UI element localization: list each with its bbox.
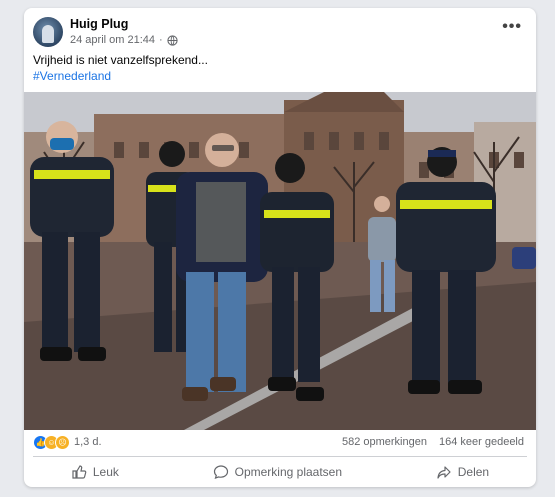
comment-button[interactable]: Opmerking plaatsen — [213, 464, 342, 480]
comment-count[interactable]: 582 opmerkingen — [342, 436, 427, 448]
thumbs-up-icon — [72, 465, 87, 479]
reactions-summary[interactable]: 👍 ☺ ☹ 1,3 d. — [33, 434, 102, 450]
photo-scene — [24, 92, 536, 430]
reaction-count[interactable]: 1,3 d. — [74, 436, 102, 448]
comment-label: Opmerking plaatsen — [234, 465, 343, 479]
more-options-icon[interactable]: ••• — [502, 18, 522, 36]
engagement-stats: 👍 ☺ ☹ 1,3 d. 582 opmerkingen 164 keer ge… — [33, 434, 524, 450]
author-name[interactable]: Huig Plug — [70, 17, 128, 31]
avatar[interactable] — [33, 17, 63, 47]
post-text: Vrijheid is niet vanzelfsprekend... — [33, 53, 208, 67]
post-timestamp[interactable]: 24 april om 21:44 — [70, 34, 155, 46]
share-arrow-icon — [437, 466, 451, 479]
like-button[interactable]: Leuk — [71, 464, 119, 480]
hashtag-link[interactable]: #Vernederland — [33, 69, 111, 83]
globe-icon[interactable] — [167, 34, 178, 46]
divider — [33, 456, 527, 457]
like-label: Leuk — [92, 465, 119, 479]
action-bar: Leuk Opmerking plaatsen Delen — [24, 459, 536, 485]
post-card: Huig Plug 24 april om 21:44 · ••• Vrijhe… — [24, 8, 536, 487]
share-count[interactable]: 164 keer gedeeld — [439, 436, 524, 448]
comment-bubble-icon — [213, 465, 228, 479]
share-button[interactable]: Delen — [436, 464, 489, 480]
share-label: Delen — [457, 465, 490, 479]
post-photo[interactable] — [24, 92, 536, 430]
post-meta: 24 april om 21:44 · — [70, 34, 178, 46]
sad-reaction-icon: ☹ — [55, 434, 70, 450]
meta-separator: · — [159, 34, 163, 46]
